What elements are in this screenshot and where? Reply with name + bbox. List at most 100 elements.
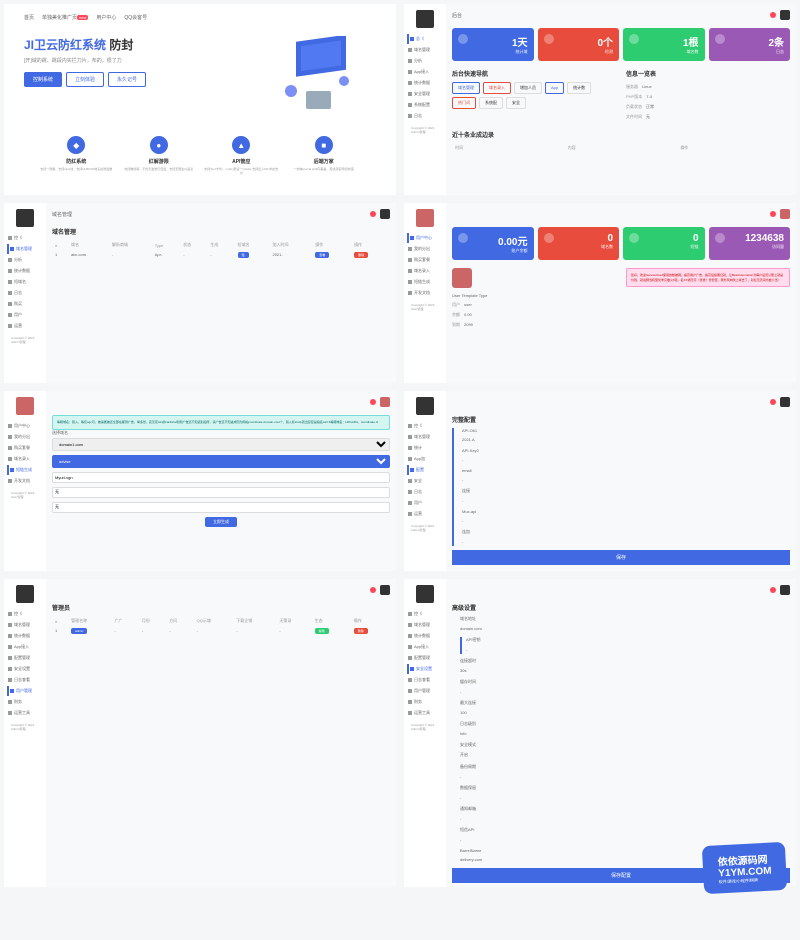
qk-5[interactable]: 统计数 — [567, 82, 591, 94]
sidebar-buy[interactable]: 购买套餐 — [407, 255, 443, 265]
table-row[interactable]: 1admin------编辑删除 — [52, 626, 390, 635]
avatar[interactable] — [416, 10, 434, 28]
qk-4[interactable]: App — [545, 82, 564, 94]
bell-icon[interactable] — [370, 399, 376, 405]
avatar[interactable] — [416, 585, 434, 603]
sidebar-domain[interactable]: 域名管理 — [7, 244, 43, 254]
sidebar-item[interactable]: 安全设置 — [7, 664, 43, 674]
mini-avatar[interactable] — [780, 10, 790, 20]
sidebar-app[interactable]: App接入 — [407, 67, 443, 77]
advise-select[interactable]: advise — [52, 455, 390, 468]
mini-avatar[interactable] — [780, 209, 790, 219]
qk-3[interactable]: 增加人员 — [514, 82, 542, 94]
sidebar-stats[interactable]: 统计数据 — [407, 78, 443, 88]
bell-icon[interactable] — [370, 587, 376, 593]
sidebar-security[interactable]: 安全管理 — [407, 89, 443, 99]
edit-button[interactable]: 编辑 — [315, 628, 329, 634]
mini-avatar[interactable] — [380, 397, 390, 407]
qk-7[interactable]: 系统配 — [479, 97, 503, 109]
generate-button[interactable]: 立即生成 — [205, 517, 237, 527]
avatar[interactable] — [16, 209, 34, 227]
sidebar-item[interactable]: 配置管理 — [407, 653, 443, 663]
sidebar-item[interactable]: 日志查看 — [7, 675, 43, 685]
sidebar-logs[interactable]: 日志 — [407, 111, 443, 121]
avatar[interactable] — [416, 209, 434, 227]
mini-avatar[interactable] — [780, 397, 790, 407]
nav-home[interactable]: 首页 — [24, 14, 34, 21]
sidebar-domain-in[interactable]: 域名录入 — [7, 454, 43, 464]
qk-8[interactable]: 安全 — [506, 97, 526, 109]
sidebar-item[interactable]: 控《 — [407, 609, 443, 619]
avatar[interactable] — [416, 397, 434, 415]
sidebar-item[interactable]: 配置管理 — [7, 653, 43, 663]
sidebar-item[interactable]: 统计数据 — [7, 631, 43, 641]
sidebar-item[interactable]: 用户 — [407, 498, 443, 508]
bell-icon[interactable] — [770, 399, 776, 405]
sidebar-item[interactable]: 统计 — [407, 443, 443, 453]
sidebar-short[interactable]: 短域名 — [7, 277, 43, 287]
sidebar-item[interactable]: 用户管理 — [407, 686, 443, 696]
sidebar-shortlink[interactable]: 短链生成 — [7, 465, 43, 475]
sidebar-buy[interactable]: 购买 — [7, 299, 43, 309]
sidebar-analysis[interactable]: 分析 — [407, 56, 443, 66]
sidebar-advanced[interactable]: 安全设置 — [407, 664, 443, 674]
sidebar-user-center[interactable]: 用户中心 — [407, 233, 443, 243]
sidebar-config[interactable]: 系统配置 — [407, 100, 443, 110]
sidebar-item[interactable]: 域名管理 — [407, 620, 443, 630]
sidebar-item[interactable]: 运营 — [407, 509, 443, 519]
btn-record[interactable]: 永久记号 — [108, 72, 146, 87]
avatar[interactable] — [16, 397, 34, 415]
sidebar-item[interactable]: App接入 — [407, 642, 443, 652]
sidebar-user-center[interactable]: 用户中心 — [7, 421, 43, 431]
sidebar-overview[interactable]: 总《 — [407, 34, 443, 44]
mini-avatar[interactable] — [380, 585, 390, 595]
avatar[interactable] — [16, 585, 34, 603]
sidebar-logs[interactable]: 日志 — [7, 288, 43, 298]
sidebar-shortlink[interactable]: 短链生成 — [407, 277, 443, 287]
sidebar-docs[interactable]: 开发文档 — [7, 476, 43, 486]
sidebar-item[interactable]: 日志查看 — [407, 675, 443, 685]
sidebar-domain[interactable]: 域名管理 — [407, 45, 443, 55]
sidebar-item[interactable]: 控《 — [407, 421, 443, 431]
sidebar-item[interactable]: App加 — [407, 454, 443, 464]
nav-qq[interactable]: QQ会客号 — [124, 14, 147, 21]
sidebar-buy[interactable]: 购买套餐 — [7, 443, 43, 453]
bell-icon[interactable] — [770, 211, 776, 217]
bell-icon[interactable] — [770, 12, 776, 18]
qk-1[interactable]: 域名管理 — [452, 82, 480, 94]
save-button[interactable]: 保存 — [452, 550, 790, 565]
nav-promo[interactable]: 单独美化推广页new — [42, 14, 88, 21]
sidebar-ops[interactable]: 运营 — [7, 321, 43, 331]
sidebar-item[interactable]: 财务 — [407, 697, 443, 707]
sidebar-item[interactable]: 域名管理 — [407, 432, 443, 442]
table-row[interactable]: 1abc.com-Apr---短2021-查看删除 — [52, 250, 390, 259]
sidebar-item[interactable]: 安全 — [407, 476, 443, 486]
sidebar-item[interactable]: 控《 — [7, 609, 43, 619]
sidebar-item[interactable]: 运营工具 — [7, 708, 43, 718]
btn-try[interactable]: 立刻体验 — [66, 72, 104, 87]
sidebar-item[interactable]: App接入 — [7, 642, 43, 652]
url-input[interactable] — [52, 472, 390, 483]
view-button[interactable]: 查看 — [315, 252, 329, 258]
sidebar-share[interactable]: 我的分出 — [407, 244, 443, 254]
sidebar-user[interactable]: 用户 — [7, 310, 43, 320]
sidebar-share[interactable]: 我的分出 — [7, 432, 43, 442]
opt2-input[interactable] — [52, 502, 390, 513]
sidebar-docs[interactable]: 开发文档 — [407, 288, 443, 298]
domain-select[interactable]: domain1.com — [52, 438, 390, 451]
qk-2[interactable]: 域名录入 — [483, 82, 511, 94]
sidebar-overview[interactable]: 控《 — [7, 233, 43, 243]
sidebar-item[interactable]: 运营工具 — [407, 708, 443, 718]
delete-button[interactable]: 删除 — [354, 252, 368, 258]
qk-6[interactable]: 热门词 — [452, 97, 476, 109]
sidebar-config[interactable]: 配置 — [407, 465, 443, 475]
sidebar-item[interactable]: 日志 — [407, 487, 443, 497]
sidebar-item[interactable]: 财务 — [7, 697, 43, 707]
bell-icon[interactable] — [370, 211, 376, 217]
sidebar-users[interactable]: 用户管理 — [7, 686, 43, 696]
delete-button[interactable]: 删除 — [354, 628, 368, 634]
bell-icon[interactable] — [770, 587, 776, 593]
btn-control[interactable]: 控制系统 — [24, 72, 62, 87]
mini-avatar[interactable] — [780, 585, 790, 595]
opt1-input[interactable] — [52, 487, 390, 498]
